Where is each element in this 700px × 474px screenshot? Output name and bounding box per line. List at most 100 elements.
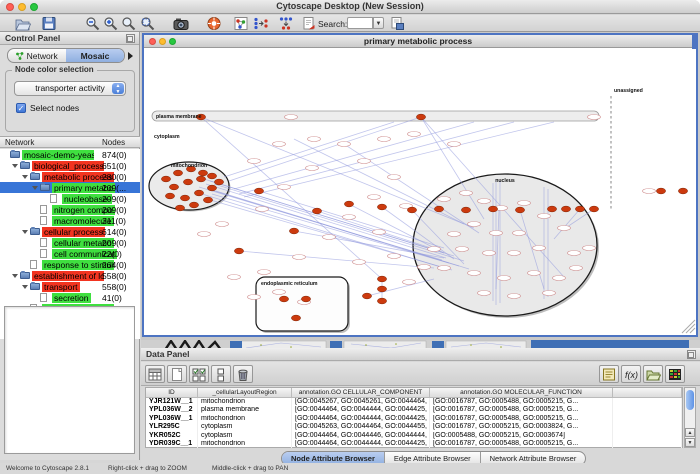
layout-icon-2[interactable] (277, 15, 294, 31)
table-cell[interactable]: YPL036W__2 (146, 406, 198, 414)
save-icon[interactable] (40, 15, 57, 31)
tree-item-mosaic-demo-yeast[interactable]: mosaic-demo-yeast874(0) (0, 149, 140, 160)
expander-icon[interactable] (22, 285, 28, 289)
tree-item-cell-communicat[interactable]: cell communicat22(0) (0, 248, 140, 259)
table-scrollbar[interactable]: ▲ ▼ (684, 387, 696, 448)
table-cell[interactable]: [GO:0045263, GO:0044464, GO:0044455, G..… (292, 423, 430, 431)
table-row[interactable]: YPL036W__1mitochondrion[GO:0044464, GO:0… (146, 415, 682, 423)
tree-item-cellular-process[interactable]: cellular process614(0) (0, 226, 140, 237)
table-cell[interactable]: YJR121W__1 (146, 398, 198, 406)
help-lifering-icon[interactable] (205, 15, 222, 31)
tab-mosaic[interactable]: Mosaic (66, 49, 124, 62)
attribute-table-icon[interactable] (145, 365, 165, 383)
zoom-out-icon[interactable] (84, 15, 101, 31)
new-attribute-icon[interactable] (167, 365, 187, 383)
attribute-table[interactable]: ID_cellularLayoutRegionannotation.GO CEL… (145, 387, 683, 448)
delete-attribute-icon[interactable] (233, 365, 253, 383)
table-cell[interactable]: plasma membrane (198, 406, 292, 414)
network-canvas[interactable]: plasma membranecytoplasmmitochondrionnuc… (144, 49, 696, 335)
gene-node (490, 231, 503, 236)
table-row[interactable]: YPL036W__2plasma membrane[GO:0044464, GO… (146, 406, 682, 414)
table-cell[interactable]: cytoplasm (198, 423, 292, 431)
save-search-icon[interactable] (388, 15, 405, 31)
node-color-dropdown[interactable]: transporter activity ▲▼ (14, 81, 126, 96)
zoom-fit-icon[interactable] (120, 15, 137, 31)
table-cell[interactable]: mitochondrion (198, 398, 292, 406)
tree-column-header: Network Nodes (0, 136, 140, 148)
expander-icon[interactable] (12, 274, 18, 278)
float-data-panel-icon[interactable] (687, 350, 696, 359)
scroll-up-icon[interactable]: ▲ (685, 428, 695, 437)
tree-item-establishment-of-lo[interactable]: establishment of lo558(0) (0, 270, 140, 281)
tree-item-nitrogen-compo[interactable]: nitrogen compo209(0) (0, 204, 140, 215)
table-row[interactable]: YKR052Ccytoplasm[GO:0044464, GO:0044446,… (146, 432, 682, 440)
birdseye-view[interactable] (4, 306, 135, 454)
table-cell[interactable]: [GO:0044464, GO:0044444, GO:0044425, G..… (292, 415, 430, 423)
layout-icon-1[interactable] (252, 15, 269, 31)
expander-icon[interactable] (22, 175, 28, 179)
tree-item-response-to-stimulu[interactable]: response to stimulu264(0) (0, 259, 140, 270)
column-header[interactable]: annotation.GO CELLULAR_COMPONENT (292, 388, 430, 397)
table-cell[interactable]: YPL036W__1 (146, 415, 198, 423)
expander-icon[interactable] (22, 230, 28, 234)
node-count: 22(0) (102, 249, 122, 259)
open-file-icon[interactable] (14, 15, 31, 31)
table-cell[interactable]: [GO:0016787, GO:0005488, GO:0005215, G..… (430, 415, 613, 423)
scrollbar-thumb[interactable] (686, 390, 694, 410)
table-cell[interactable]: [GO:0016787, GO:0005488, GO:0005215, G..… (430, 440, 613, 448)
select-attributes-icon[interactable] (189, 365, 209, 383)
table-cell[interactable]: [GO:0016787, GO:0005488, GO:0005215, G..… (430, 406, 613, 414)
gene-node (248, 295, 261, 300)
tree-item-secretion[interactable]: secretion41(0) (0, 292, 140, 303)
snapshot-camera-icon[interactable] (172, 15, 189, 31)
tree-item-primary-metabo[interactable]: primary metabo209(... (0, 182, 140, 193)
search-dropdown-icon[interactable]: ▼ (373, 17, 384, 29)
selected-gene-node (678, 188, 687, 194)
column-header[interactable]: _cellularLayoutRegion (198, 388, 292, 397)
table-cell[interactable]: mitochondrion (198, 440, 292, 448)
annotation-icon[interactable] (300, 15, 317, 31)
vizmapper-icon[interactable] (232, 15, 249, 31)
zoom-in-icon[interactable] (102, 15, 119, 31)
table-cell[interactable]: [GO:0016787, GO:0005488, GO:0005215, G..… (430, 398, 613, 406)
table-row[interactable]: YDR039C__1mitochondrion[GO:0044464, GO:0… (146, 440, 682, 448)
select-nodes-checkbox[interactable]: ✓ Select nodes (16, 103, 79, 113)
tree-item-nucleobase-[interactable]: nucleobase-209(0) (0, 193, 140, 204)
table-cell[interactable]: cytoplasm (198, 432, 292, 440)
table-cell[interactable]: [GO:0005488, GO:0005215, GO:0003674] (430, 432, 613, 440)
table-cell[interactable]: [GO:0044464, GO:0044446, GO:0044444, G..… (292, 432, 430, 440)
column-header[interactable]: annotation.GO MOLECULAR_FUNCTION (430, 388, 613, 397)
expander-icon[interactable] (12, 164, 18, 168)
table-cell[interactable]: [GO:0044464, GO:0044444, GO:0044425, G..… (292, 440, 430, 448)
tree-item-cellular-metabo[interactable]: cellular metabo209(0) (0, 237, 140, 248)
tab-network[interactable]: Network (8, 49, 66, 62)
table-cell[interactable]: [GO:0016787, GO:0005215, GO:0003824, G..… (430, 423, 613, 431)
tree-item-transport[interactable]: transport558(0) (0, 281, 140, 292)
attribute-matrix-icon[interactable] (665, 365, 685, 383)
network-desktop: primary metabolic process plasma membran… (141, 32, 700, 348)
tree-item-label: secretion (52, 293, 91, 303)
search-input[interactable] (347, 17, 373, 29)
expander-icon[interactable] (32, 186, 38, 190)
scroll-down-icon[interactable]: ▼ (685, 438, 695, 447)
table-cell[interactable]: YLR295C (146, 423, 198, 431)
table-row[interactable]: YJR121W__1mitochondrion[GO:0045267, GO:0… (146, 398, 682, 406)
table-cell[interactable]: YDR039C__1 (146, 440, 198, 448)
tab-overflow-icon[interactable] (128, 52, 133, 60)
unselect-attributes-icon[interactable] (211, 365, 231, 383)
column-header[interactable]: ID (146, 388, 198, 397)
table-cell[interactable]: [GO:0044464, GO:0044444, GO:0044425, G..… (292, 406, 430, 414)
import-attributes-icon[interactable] (643, 365, 663, 383)
formula-builder-icon[interactable]: f(x) (621, 365, 641, 383)
table-row[interactable]: YLR295Ccytoplasm[GO:0045263, GO:0044464,… (146, 423, 682, 431)
table-cell[interactable]: YKR052C (146, 432, 198, 440)
table-cell[interactable]: mitochondrion (198, 415, 292, 423)
zoom-selected-icon[interactable] (139, 15, 156, 31)
tree-item-macromolecule[interactable]: macromolecule311(0) (0, 215, 140, 226)
table-header[interactable]: ID_cellularLayoutRegionannotation.GO CEL… (146, 388, 682, 398)
float-panel-icon[interactable] (126, 34, 135, 43)
table-cell[interactable]: [GO:0045267, GO:0045261, GO:0044464, G..… (292, 398, 430, 406)
attribute-editor-icon[interactable] (599, 365, 619, 383)
tree-item-metabolic-process[interactable]: metabolic process280(0) (0, 171, 140, 182)
tree-item-biological-process[interactable]: biological_process651(0) (0, 160, 140, 171)
